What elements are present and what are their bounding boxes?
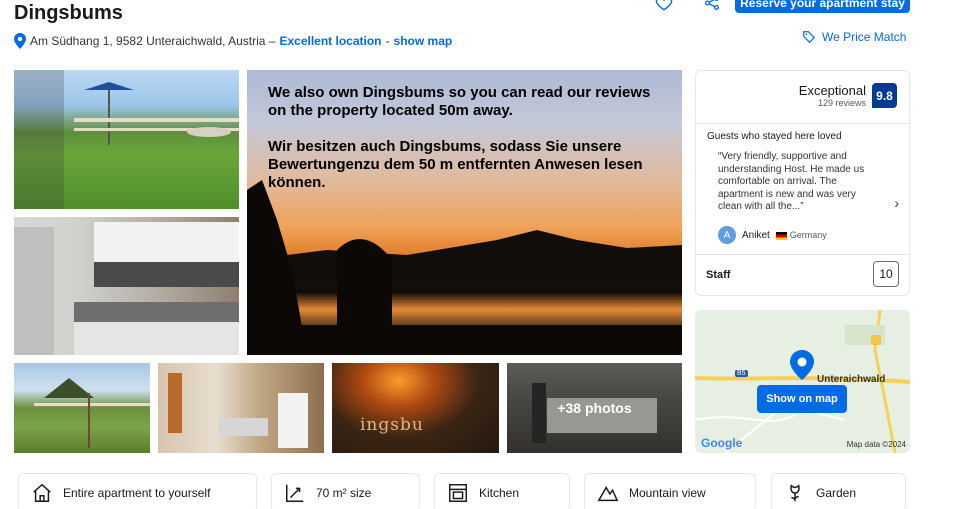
facility-mountain-view: Mountain view bbox=[584, 473, 756, 509]
rating-word: Exceptional bbox=[798, 83, 866, 98]
loved-heading: Guests who stayed here loved bbox=[707, 131, 842, 142]
show-map-link[interactable]: show map bbox=[394, 34, 453, 48]
rating-header: Exceptional 129 reviews 9.8 bbox=[799, 83, 897, 108]
review-count: 129 reviews bbox=[817, 98, 866, 108]
map-attribution: Map data ©2024 bbox=[846, 440, 906, 449]
divider bbox=[696, 123, 909, 124]
tag-icon bbox=[803, 31, 816, 44]
heart-icon[interactable] bbox=[655, 0, 673, 12]
photo-bedroom[interactable]: +38 photos bbox=[507, 363, 682, 453]
review-quote: “Very friendly, supportive and understan… bbox=[718, 151, 865, 212]
share-icon[interactable] bbox=[703, 0, 721, 12]
house-icon bbox=[33, 483, 51, 502]
location-pin-icon bbox=[14, 33, 26, 49]
photo-meadow[interactable] bbox=[14, 363, 150, 453]
garden-icon bbox=[790, 484, 800, 502]
address-line: Am Südhang 1, 9582 Unteraichwald, Austri… bbox=[14, 33, 452, 49]
garden-photo-art bbox=[14, 70, 239, 209]
staff-label: Staff bbox=[706, 269, 731, 281]
chevron-right-icon[interactable]: › bbox=[894, 195, 899, 211]
staff-score: 10 bbox=[873, 261, 899, 287]
living-room-photo-art bbox=[168, 373, 308, 448]
google-logo: Google bbox=[701, 436, 743, 450]
divider bbox=[696, 254, 909, 255]
route-label: B5 bbox=[735, 370, 748, 377]
more-photos-overlay[interactable]: +38 photos bbox=[507, 363, 682, 453]
facility-label: Kitchen bbox=[479, 486, 520, 500]
price-match-label: We Price Match bbox=[822, 30, 907, 44]
map-preview[interactable]: B5 Unteraichwald Show on map Google Map … bbox=[695, 310, 910, 453]
location-rating-link[interactable]: Excellent location bbox=[279, 34, 381, 48]
facility-size: 70 m² size bbox=[271, 473, 420, 509]
reserve-button[interactable]: Reserve your apartment stay bbox=[735, 0, 910, 13]
review-summary-card[interactable]: Exceptional 129 reviews 9.8 Guests who s… bbox=[695, 70, 910, 296]
photo-garden[interactable] bbox=[14, 70, 239, 209]
caption-english: We also own Dingsbums so you can read ou… bbox=[268, 84, 651, 119]
photo-campfire[interactable]: ingsbu bbox=[332, 363, 499, 453]
kitchen-icon bbox=[449, 484, 467, 502]
separator: - bbox=[385, 34, 390, 48]
address-text: Am Südhang 1, 9582 Unteraichwald, Austri… bbox=[30, 34, 276, 48]
reviewer-country: Germany bbox=[789, 230, 827, 240]
map-pin-icon bbox=[790, 350, 814, 385]
size-icon bbox=[286, 484, 304, 502]
reviewer: A Aniket Germany bbox=[718, 226, 827, 244]
facility-label: Garden bbox=[816, 486, 857, 500]
meadow-photo-art bbox=[34, 378, 150, 448]
facility-kitchen: Kitchen bbox=[434, 473, 570, 509]
facilities-row: Entire apartment to yourself 70 m² size … bbox=[0, 473, 960, 509]
facility-entire-apartment: Entire apartment to yourself bbox=[18, 473, 257, 509]
main-photo-caption: We also own Dingsbums so you can read ou… bbox=[268, 84, 668, 192]
burned-sign-text: ingsbu bbox=[360, 415, 424, 435]
map-town-label: Unteraichwald bbox=[817, 374, 886, 385]
photo-living-room[interactable] bbox=[158, 363, 324, 453]
germany-flag-icon bbox=[775, 231, 787, 240]
avatar: A bbox=[718, 226, 736, 244]
caption-german: Wir besitzen auch Dingsbums, sodass Sie … bbox=[268, 138, 643, 191]
facility-garden: Garden bbox=[771, 473, 906, 509]
kitchen-photo-art bbox=[14, 222, 239, 355]
photo-kitchen[interactable] bbox=[14, 217, 239, 355]
facility-label: 70 m² size bbox=[316, 486, 372, 500]
photo-sunset-lake[interactable]: We also own Dingsbums so you can read ou… bbox=[247, 70, 682, 355]
score-badge: 9.8 bbox=[872, 83, 897, 108]
price-match-link[interactable]: We Price Match bbox=[802, 30, 906, 44]
property-title: Dingsbums bbox=[14, 2, 123, 24]
show-on-map-button[interactable]: Show on map bbox=[757, 385, 847, 413]
facility-label: Mountain view bbox=[629, 486, 706, 500]
facility-label: Entire apartment to yourself bbox=[63, 486, 211, 500]
reviewer-name: Aniket bbox=[742, 229, 770, 241]
mountain-icon bbox=[597, 486, 619, 502]
road-shield-icon bbox=[871, 335, 881, 345]
top-actions bbox=[655, 0, 721, 12]
